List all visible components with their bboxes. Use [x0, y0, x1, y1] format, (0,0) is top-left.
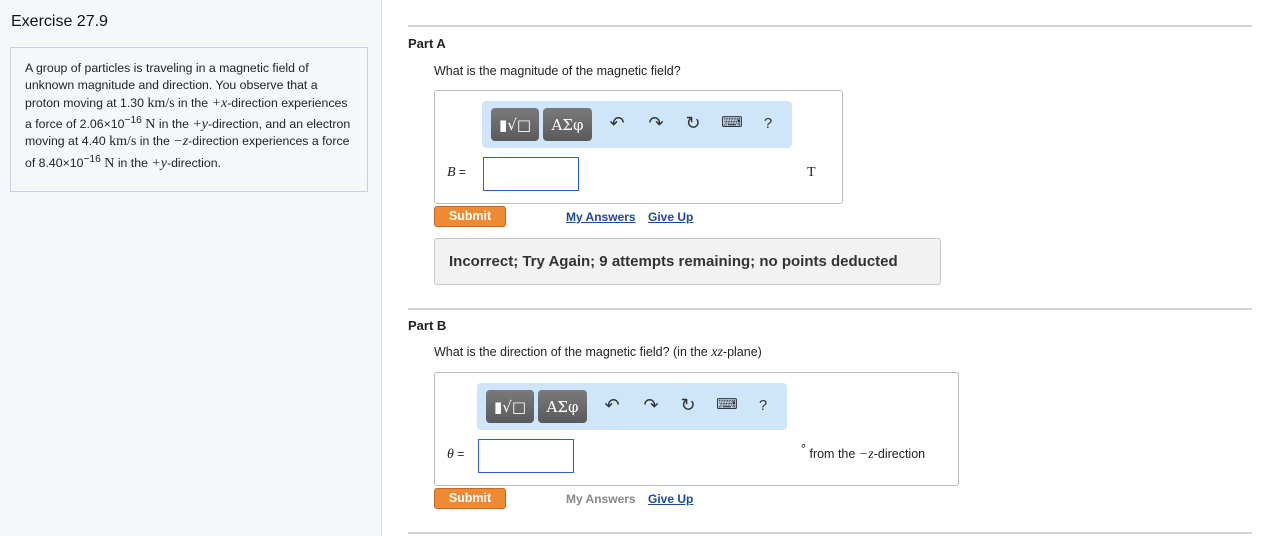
redo-icon[interactable]: ↷ [639, 395, 663, 416]
text: from the [806, 447, 859, 461]
math-toolbar: ▮√□ ΑΣφ ↶ ↷ ↻ ⌨ ? [482, 101, 792, 148]
feedback-message: Incorrect; Try Again; 9 attempts remaini… [434, 238, 941, 285]
unit-label: T [807, 165, 816, 180]
give-up-link[interactable]: Give Up [648, 492, 693, 506]
math: xz [711, 345, 723, 360]
math: +x [211, 95, 228, 111]
magnitude-input[interactable] [483, 157, 579, 191]
give-up-link[interactable]: Give Up [648, 210, 693, 224]
part-a-title: Part A [408, 36, 446, 51]
text: in the [155, 116, 193, 131]
templates-button[interactable]: ▮√□ [486, 390, 534, 423]
equals: = [455, 165, 466, 179]
angle-input[interactable] [478, 439, 574, 473]
part-b-title: Part B [408, 318, 447, 333]
text: -plane) [722, 345, 762, 359]
part-a-answer-box: ▮√□ ΑΣφ ↶ ↷ ↻ ⌨ ? B = T [434, 90, 843, 204]
math: −z [173, 134, 189, 150]
unit-label: ° from the −z-direction [801, 442, 926, 463]
math: km/s [147, 95, 175, 111]
exponent: −16 [83, 153, 101, 165]
math: N [104, 155, 115, 171]
exercise-title: Exercise 27.9 [11, 13, 108, 30]
left-panel: Exercise 27.9 A group of particles is tr… [0, 0, 382, 536]
var: B [447, 165, 456, 180]
variable-label: B = [447, 165, 466, 181]
text: in the [136, 134, 174, 149]
text: What is the direction of the magnetic fi… [434, 345, 712, 359]
undo-icon[interactable]: ↶ [600, 395, 624, 416]
divider [408, 25, 1252, 27]
math: +y [192, 116, 209, 132]
reset-icon[interactable]: ↻ [681, 113, 705, 134]
var: θ [447, 447, 454, 462]
help-button[interactable]: ? [751, 397, 775, 414]
part-b-question: What is the direction of the magnetic fi… [434, 345, 762, 361]
divider [408, 308, 1252, 310]
math: +y [151, 155, 167, 171]
keyboard-icon[interactable]: ⌨ [720, 113, 744, 131]
text: -direction. [167, 155, 221, 170]
math: N [145, 116, 156, 132]
part-b-answer-box: ▮√□ ΑΣφ ↶ ↷ ↻ ⌨ ? θ = ° from the −z-dire… [434, 372, 959, 486]
templates-button[interactable]: ▮√□ [491, 108, 539, 141]
my-answers-link: My Answers [566, 492, 636, 506]
greek-symbols-button[interactable]: ΑΣφ [543, 108, 592, 141]
equals: = [453, 447, 465, 461]
help-button[interactable]: ? [756, 115, 780, 132]
my-answers-link[interactable]: My Answers [566, 210, 636, 224]
degree: ° [801, 442, 806, 456]
problem-statement: A group of particles is traveling in a m… [10, 47, 368, 192]
undo-icon[interactable]: ↶ [605, 113, 629, 134]
reset-icon[interactable]: ↻ [676, 395, 700, 416]
keyboard-icon[interactable]: ⌨ [715, 395, 739, 413]
text: in the [174, 95, 212, 110]
math: km/s [109, 134, 137, 150]
math-toolbar: ▮√□ ΑΣφ ↶ ↷ ↻ ⌨ ? [477, 383, 787, 430]
divider [408, 532, 1252, 534]
text: in the [114, 155, 152, 170]
math: −z [858, 447, 874, 462]
part-a-question: What is the magnitude of the magnetic fi… [434, 64, 681, 78]
text: -direction [873, 447, 926, 461]
greek-symbols-button[interactable]: ΑΣφ [538, 390, 587, 423]
submit-button[interactable]: Submit [434, 488, 506, 509]
variable-label: θ = [447, 447, 464, 463]
exponent: −16 [124, 114, 142, 126]
redo-icon[interactable]: ↷ [644, 113, 668, 134]
submit-button[interactable]: Submit [434, 206, 506, 227]
